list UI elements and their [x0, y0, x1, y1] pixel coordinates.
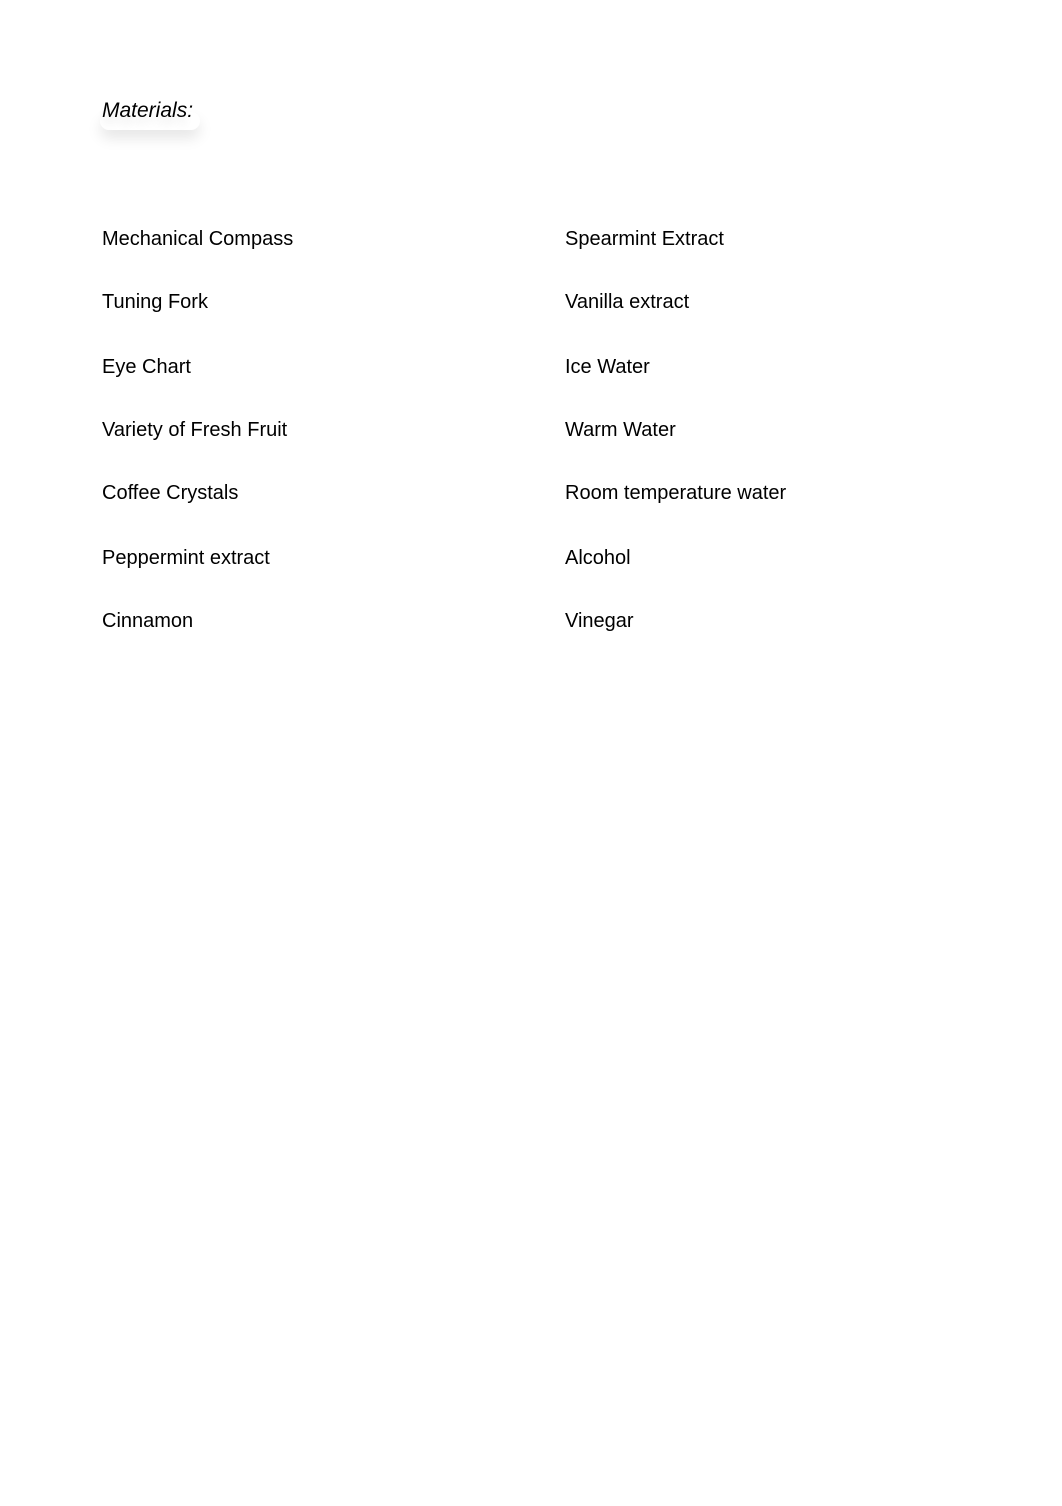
- materials-heading: Materials:: [102, 99, 194, 122]
- material-item: Coffee Crystals: [102, 482, 239, 504]
- document-page: Materials: Mechanical Compass Tuning For…: [0, 0, 1062, 1506]
- material-item: Room temperature water: [565, 482, 787, 504]
- material-item: Vanilla extract: [565, 291, 690, 313]
- material-item: Tuning Fork: [102, 291, 208, 313]
- material-item: Cinnamon: [102, 610, 194, 632]
- material-item: Peppermint extract: [102, 547, 270, 569]
- material-item: Eye Chart: [102, 356, 191, 378]
- material-item: Alcohol: [565, 547, 631, 569]
- material-item: Spearmint Extract: [565, 228, 724, 250]
- material-item: Warm Water: [565, 419, 676, 441]
- materials-list-left: Mechanical Compass Tuning Fork Eye Chart…: [102, 226, 293, 634]
- material-item: Vinegar: [565, 610, 634, 632]
- material-item: Mechanical Compass: [102, 228, 294, 250]
- material-item: Ice Water: [565, 356, 650, 378]
- material-item: Variety of Fresh Fruit: [102, 419, 288, 441]
- materials-list-right: Spearmint Extract Vanilla extract Ice Wa…: [565, 226, 786, 634]
